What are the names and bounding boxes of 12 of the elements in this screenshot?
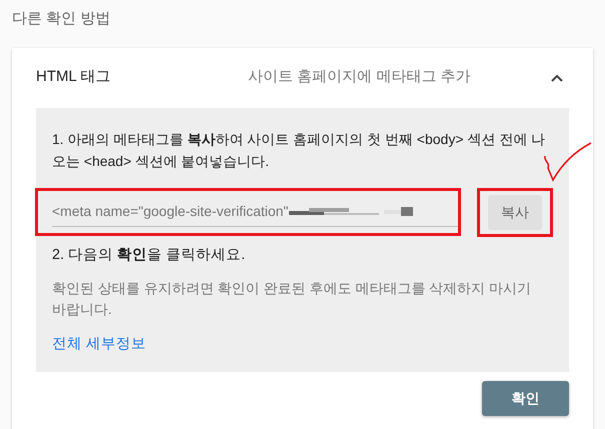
copy-button[interactable]: 복사	[488, 194, 542, 230]
section-heading: 다른 확인 방법	[11, 9, 112, 29]
step-two-text: 2. 다음의 확인을 클릭하세요.	[52, 246, 246, 264]
method-description: 사이트 홈페이지에 메타태그 추가	[248, 67, 471, 88]
chevron-up-icon[interactable]	[551, 74, 563, 82]
meta-tag-field[interactable]: <meta name="google-site-verification"	[52, 197, 458, 227]
meta-tag-value: <meta name="google-site-verification"	[52, 202, 288, 221]
confirm-button[interactable]: 확인	[482, 380, 569, 416]
note-text: 확인된 상태를 유지하려면 확인이 완료된 후에도 메타태그를 삭제하지 마시기 바랍니다.	[52, 279, 532, 320]
step-one-text: 1. 아래의 메타태그를 복사하여 사이트 홈페이지의 첫 번째 <body> 섹션 전에 나오는 <head> 섹션에 붙여넣습니다.	[52, 130, 546, 170]
method-title[interactable]: HTML 태그	[36, 66, 186, 89]
details-link[interactable]: 전체 세부정보	[52, 334, 146, 356]
